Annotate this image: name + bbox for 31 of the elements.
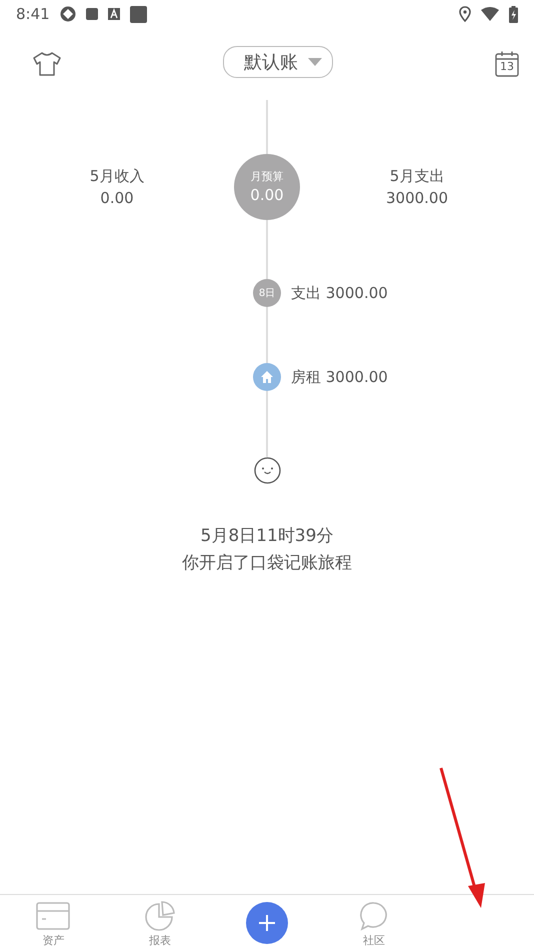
income-amount: 0.00 xyxy=(100,188,134,209)
battery-icon xyxy=(509,6,518,22)
shirt-icon[interactable] xyxy=(33,52,61,76)
square-icon xyxy=(86,8,98,20)
smiley-icon xyxy=(254,457,280,484)
entry-text[interactable]: 支出 3000.00 xyxy=(291,284,388,302)
house-icon xyxy=(253,363,281,391)
add-button[interactable] xyxy=(246,902,288,944)
wifi-icon xyxy=(481,7,499,21)
card-icon xyxy=(36,901,70,931)
plus-icon xyxy=(258,914,276,932)
calendar-button[interactable]: 13 xyxy=(495,51,519,77)
income-label: 5月收入 xyxy=(90,166,144,187)
date-badge: 8日 xyxy=(253,279,281,307)
caret-icon xyxy=(308,58,322,66)
font-icon xyxy=(108,8,120,20)
pie-icon xyxy=(144,901,176,931)
account-dropdown[interactable]: 默认账 xyxy=(223,46,333,78)
community-tab[interactable]: 社区 xyxy=(320,895,428,950)
entry-text[interactable]: 房租 3000.00 xyxy=(291,368,388,386)
expense-label: 5月支出 xyxy=(390,166,444,187)
square-icon xyxy=(130,6,147,22)
location-icon xyxy=(459,6,471,22)
assets-tab[interactable]: 资产 xyxy=(0,895,107,950)
start-time: 5月8日11时39分 xyxy=(200,525,334,548)
reports-tab[interactable]: 报表 xyxy=(106,895,214,950)
aperture-icon xyxy=(60,6,76,22)
expense-amount: 3000.00 xyxy=(386,188,448,209)
start-message: 你开启了口袋记账旅程 xyxy=(182,552,352,575)
clock: 8:41 xyxy=(16,5,50,23)
chat-icon xyxy=(358,901,389,931)
